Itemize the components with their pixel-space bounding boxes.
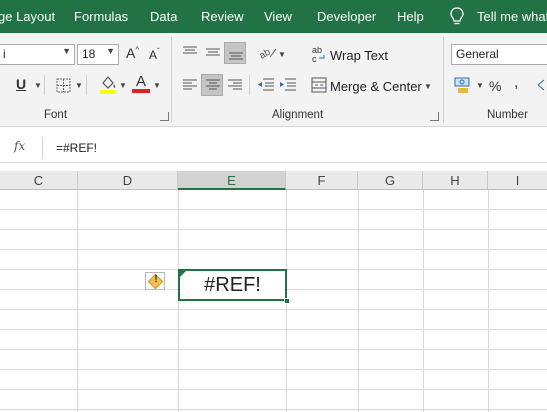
merge-center-icon xyxy=(311,77,327,93)
fill-handle[interactable] xyxy=(284,298,290,304)
underline-icon: U xyxy=(16,76,27,92)
chevron-down-icon: ▼ xyxy=(62,46,71,56)
alignment-dialog-launcher-icon[interactable] xyxy=(430,112,439,121)
font-name-value: i xyxy=(3,47,6,61)
insert-function-icon[interactable]: fx xyxy=(14,139,25,153)
orientation-dropdown-icon[interactable]: ▼ xyxy=(278,50,286,59)
font-dialog-launcher-icon[interactable] xyxy=(160,112,169,121)
wrap-text-icon: ab c xyxy=(312,45,325,63)
increase-font-size-button[interactable]: A^ xyxy=(126,45,139,61)
merge-center-button[interactable]: Merge & Center xyxy=(330,79,422,94)
lightbulb-icon xyxy=(450,7,464,25)
number-format-dropdown[interactable]: General xyxy=(451,44,547,65)
group-separator xyxy=(171,37,172,123)
divider xyxy=(86,75,87,95)
increase-decimal-icon[interactable] xyxy=(535,77,547,93)
warning-mark: ! xyxy=(154,274,158,285)
wrap-text-button[interactable]: Wrap Text xyxy=(330,48,388,63)
group-separator xyxy=(443,37,444,123)
column-header-i[interactable]: I xyxy=(488,171,547,190)
divider xyxy=(249,75,250,95)
fill-color-dropdown-icon[interactable]: ▼ xyxy=(119,81,127,90)
tab-data[interactable]: Data xyxy=(150,9,177,24)
accounting-format-icon[interactable] xyxy=(453,76,473,94)
divider xyxy=(44,75,45,95)
top-align-icon[interactable] xyxy=(182,46,198,58)
cell-value: #REF! xyxy=(204,274,261,296)
divider xyxy=(42,137,43,159)
number-format-value: General xyxy=(456,47,499,61)
gridline xyxy=(488,190,489,412)
ribbon: i ▼ 18 ▼ A^ Aˇ U ▼ ▼ ▼ A ▼ Font ab ▼ ab … xyxy=(0,33,547,127)
column-header-e[interactable]: E xyxy=(178,171,286,190)
column-header-f[interactable]: F xyxy=(286,171,358,190)
column-header-g[interactable]: G xyxy=(358,171,423,190)
percent-style-button[interactable]: % xyxy=(489,78,501,94)
error-warning-button[interactable]: ! xyxy=(145,272,165,290)
font-size-value: 18 xyxy=(82,47,96,61)
svg-text:c: c xyxy=(312,54,317,63)
decrease-font-size-button[interactable]: Aˇ xyxy=(149,47,160,62)
bottom-align-icon xyxy=(229,52,243,60)
orientation-icon[interactable]: ab xyxy=(258,45,278,59)
increase-indent-icon[interactable] xyxy=(279,78,297,91)
formula-bar: fx =#REF! xyxy=(0,133,547,163)
font-group-label: Font xyxy=(44,109,68,121)
font-color-button[interactable]: A xyxy=(132,73,150,93)
comma-style-button[interactable]: , xyxy=(514,74,518,92)
font-size-dropdown[interactable]: 18 ▼ xyxy=(77,44,119,65)
font-name-dropdown[interactable]: i ▼ xyxy=(0,44,75,65)
fill-color-icon[interactable] xyxy=(99,74,117,94)
column-header-d[interactable]: D xyxy=(78,171,178,190)
error-indicator-icon xyxy=(180,271,186,277)
tab-page-layout[interactable]: ge Layout xyxy=(0,9,55,24)
grow-font-icon: A xyxy=(126,45,136,61)
align-right-icon[interactable] xyxy=(227,79,243,91)
number-group-label: Number xyxy=(487,109,528,121)
borders-icon[interactable] xyxy=(56,78,71,93)
merge-center-dropdown-icon[interactable]: ▼ xyxy=(424,82,432,91)
font-color-dropdown-icon[interactable]: ▼ xyxy=(153,81,161,90)
font-color-icon: A xyxy=(135,73,146,90)
tab-view[interactable]: View xyxy=(264,9,292,24)
gridline xyxy=(77,190,78,412)
bottom-align-button[interactable] xyxy=(224,42,246,64)
gridline xyxy=(358,190,359,412)
column-header-c[interactable]: C xyxy=(0,171,78,190)
tell-me-search[interactable]: Tell me what xyxy=(477,9,547,24)
svg-text:ab: ab xyxy=(258,46,273,59)
gridline xyxy=(423,190,424,412)
underline-dropdown-icon[interactable]: ▼ xyxy=(34,81,42,90)
chevron-down-icon: ▼ xyxy=(106,46,115,56)
decrease-indent-icon[interactable] xyxy=(257,78,275,91)
middle-align-icon[interactable] xyxy=(205,46,221,58)
tab-review[interactable]: Review xyxy=(201,9,244,24)
accounting-dropdown-icon[interactable]: ▼ xyxy=(476,81,484,90)
gridline xyxy=(178,190,179,412)
tab-help[interactable]: Help xyxy=(397,9,424,24)
alignment-group-label: Alignment xyxy=(272,109,324,121)
borders-dropdown-icon[interactable]: ▼ xyxy=(75,81,83,90)
shrink-font-icon: A xyxy=(149,48,158,62)
worksheet-grid[interactable] xyxy=(0,190,547,412)
align-center-button[interactable] xyxy=(201,74,223,96)
underline-button[interactable]: U xyxy=(16,76,26,92)
tab-developer[interactable]: Developer xyxy=(317,9,376,24)
align-left-icon[interactable] xyxy=(182,79,198,91)
column-header-h[interactable]: H xyxy=(423,171,488,190)
active-cell-e[interactable]: #REF! xyxy=(178,269,290,304)
align-center-icon xyxy=(206,79,220,90)
formula-input[interactable]: =#REF! xyxy=(56,141,97,155)
ribbon-tab-bar: ge Layout Formulas Data Review View Deve… xyxy=(0,0,547,33)
tab-formulas[interactable]: Formulas xyxy=(74,9,128,24)
